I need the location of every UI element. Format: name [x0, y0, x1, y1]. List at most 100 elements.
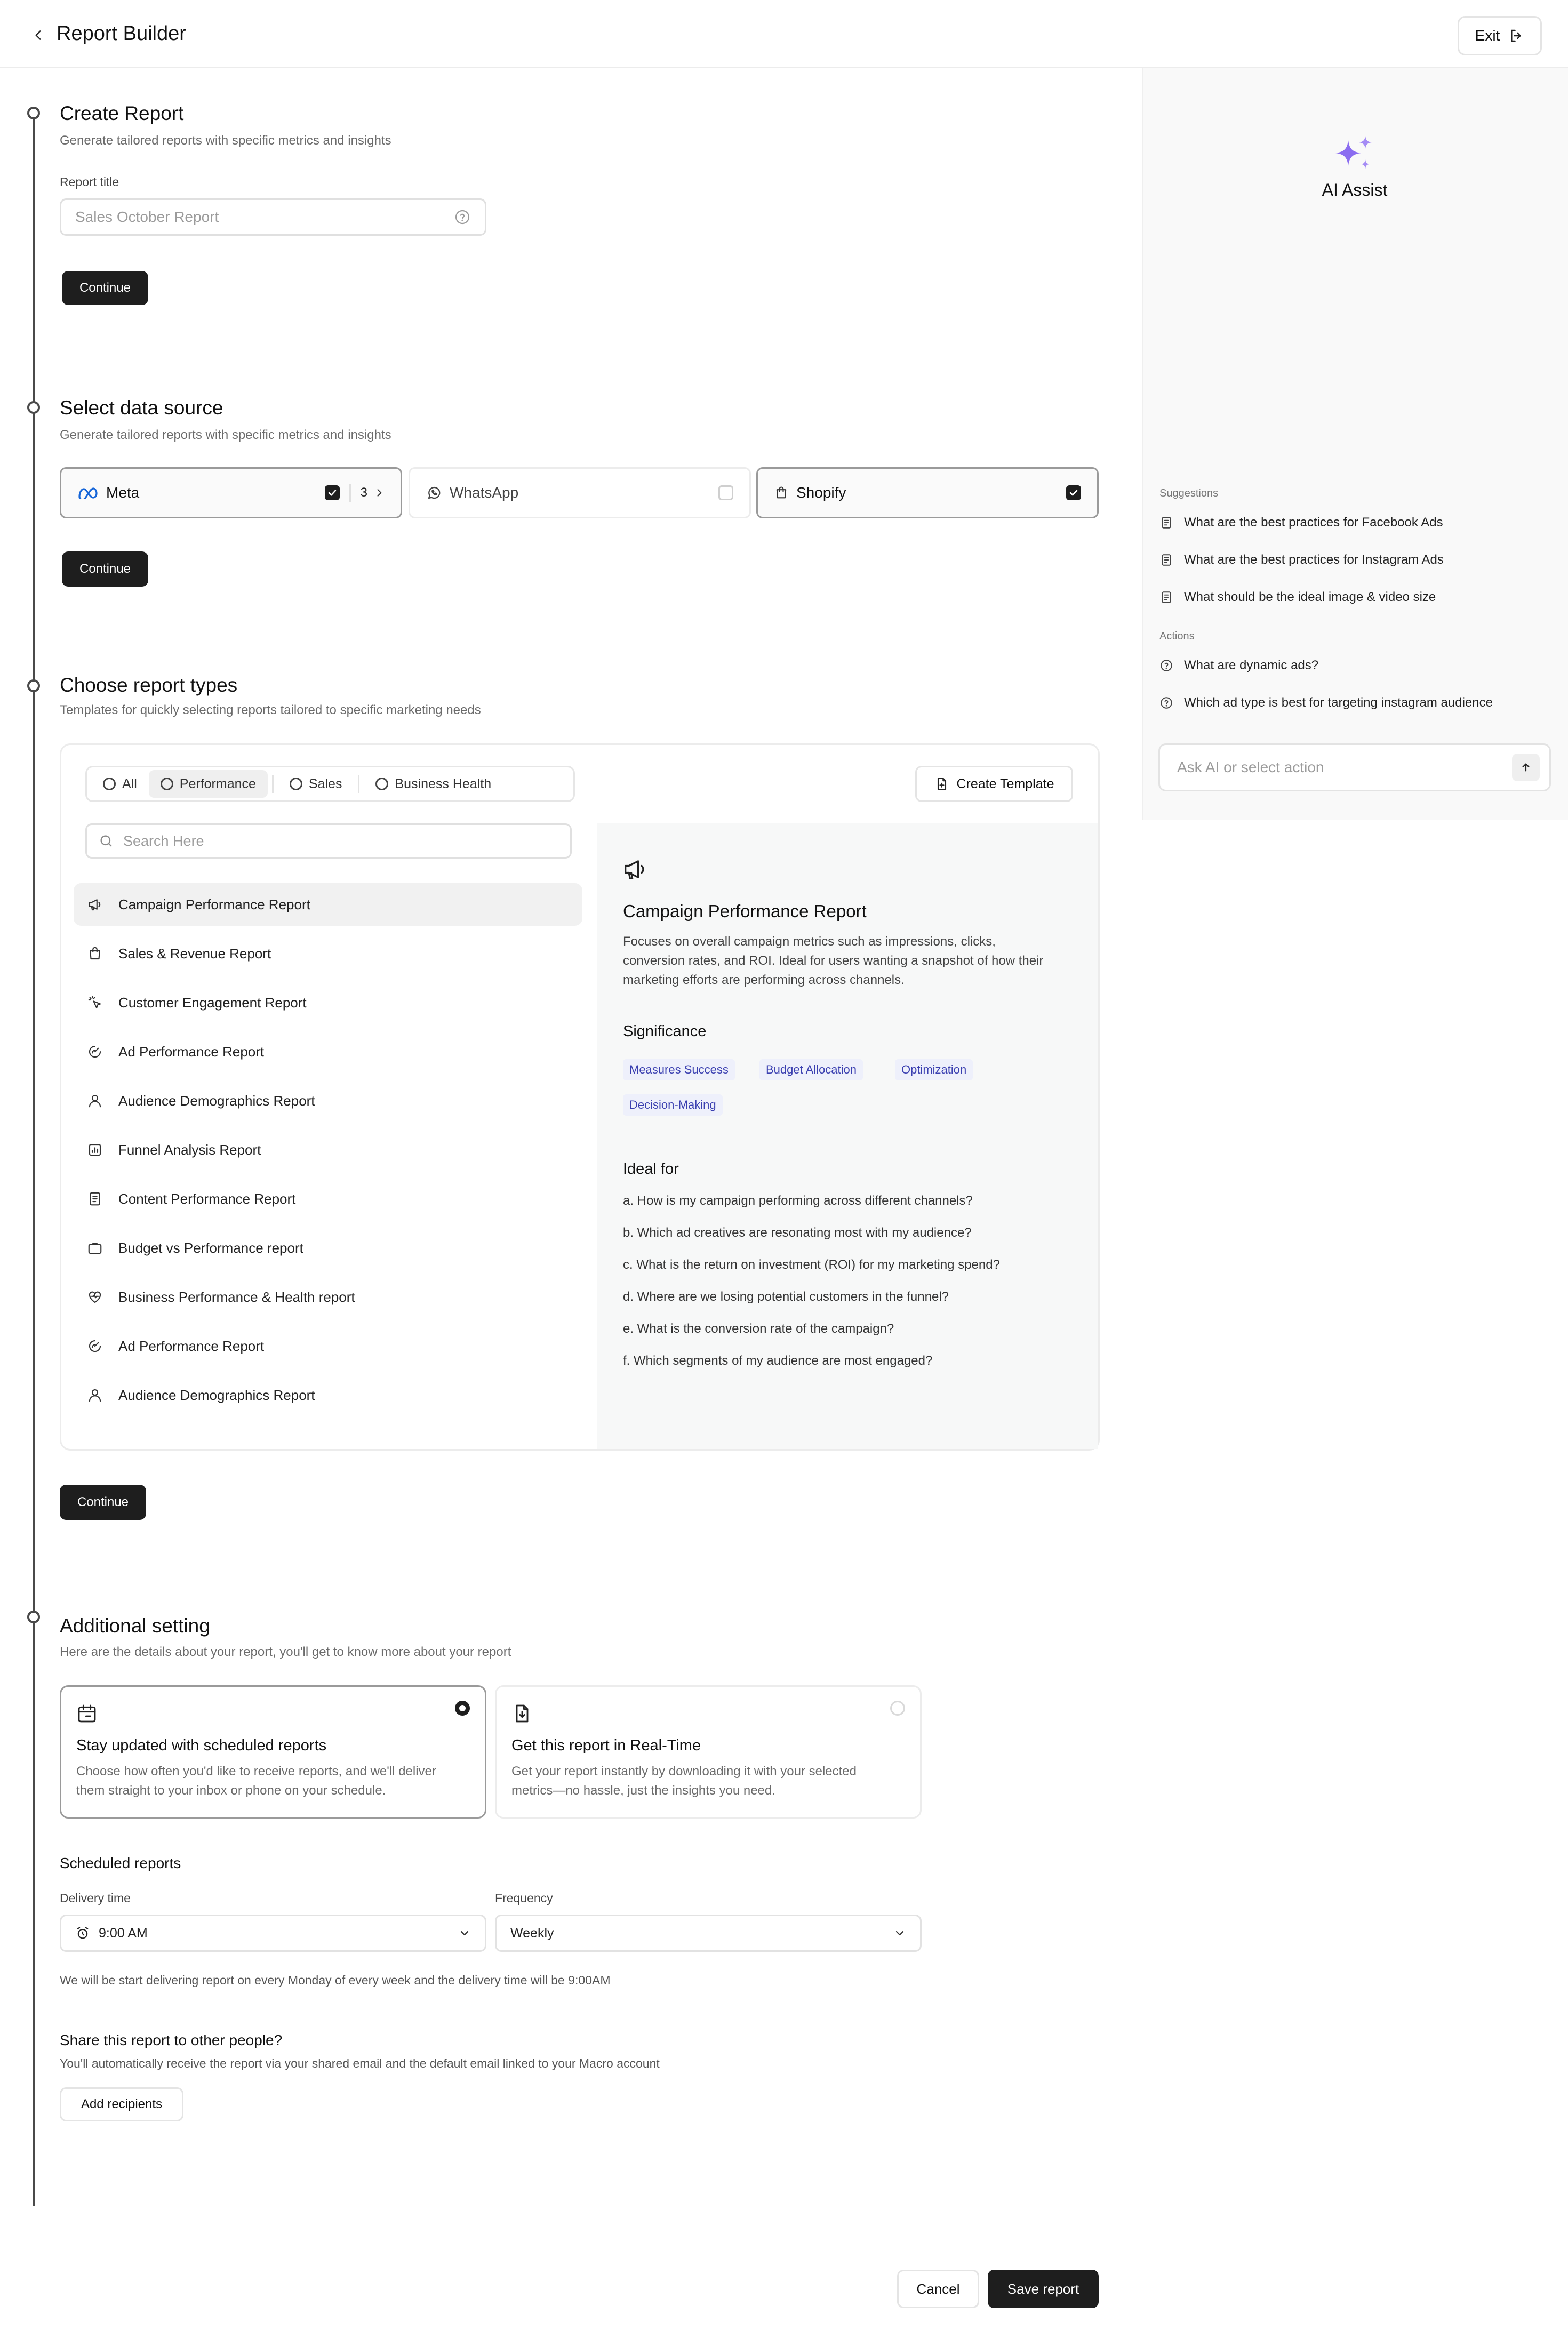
tag-decision-making: Decision-Making	[623, 1094, 723, 1116]
filter-performance[interactable]: Performance	[148, 770, 268, 798]
exit-button[interactable]: Exit	[1458, 16, 1542, 55]
report-item-content-performance[interactable]: Content Performance Report	[74, 1178, 582, 1220]
frequency-value: Weekly	[510, 1925, 554, 1941]
ideal-item: c. What is the return on investment (ROI…	[623, 1258, 1000, 1272]
data-source-subtitle: Generate tailored reports with specific …	[60, 428, 391, 442]
report-title-input[interactable]: Sales October Report	[60, 198, 486, 236]
whatsapp-icon	[428, 486, 441, 499]
filter-all-label: All	[122, 776, 137, 791]
help-circle-icon	[1161, 660, 1172, 671]
filter-bar: All Performance Sales Business Health	[85, 766, 575, 802]
shopify-checkbox[interactable]	[1066, 485, 1081, 500]
frequency-select[interactable]: Weekly	[495, 1915, 922, 1952]
logout-icon	[1511, 29, 1522, 42]
radio-icon	[103, 778, 116, 790]
whatsapp-checkbox[interactable]	[718, 485, 733, 500]
option-description: Get your report instantly by downloading…	[511, 1762, 905, 1800]
report-item-business-performance-health[interactable]: Business Performance & Health report	[74, 1276, 582, 1318]
suggestion-item[interactable]: What should be the ideal image & video s…	[1159, 590, 1436, 605]
report-item-funnel-analysis[interactable]: Funnel Analysis Report	[74, 1128, 582, 1171]
source-card-shopify[interactable]: Shopify	[756, 467, 1099, 518]
filter-business-health[interactable]: Business Health	[364, 770, 503, 798]
ideal-item: e. What is the conversion rate of the ca…	[623, 1322, 894, 1336]
report-item-campaign-performance[interactable]: Campaign Performance Report	[74, 883, 582, 926]
report-item-audience-demographics-2[interactable]: Audience Demographics Report	[74, 1374, 582, 1416]
additional-setting-title: Additional setting	[60, 1615, 210, 1637]
send-button[interactable]	[1512, 754, 1540, 781]
continue-button-step2[interactable]: Continue	[62, 551, 148, 587]
filter-all[interactable]: All	[91, 770, 149, 798]
meta-checkbox[interactable]	[324, 485, 340, 500]
delivery-time-select[interactable]: 9:00 AM	[60, 1915, 486, 1952]
report-item-label: Sales & Revenue Report	[118, 945, 271, 962]
report-item-label: Campaign Performance Report	[118, 896, 310, 912]
briefcase-icon	[86, 1239, 103, 1256]
delivery-time-label: Delivery time	[60, 1891, 131, 1905]
report-item-ad-performance-2[interactable]: Ad Performance Report	[74, 1325, 582, 1367]
option-scheduled-reports[interactable]: Stay updated with scheduled reports Choo…	[60, 1685, 486, 1819]
action-item[interactable]: What are dynamic ads?	[1159, 658, 1318, 673]
app-header	[0, 0, 1568, 68]
user-icon	[86, 1387, 103, 1404]
megaphone-icon	[86, 896, 103, 913]
radio-unselected[interactable]	[890, 1701, 905, 1716]
continue-button-step1[interactable]: Continue	[62, 271, 148, 305]
option-description-line: them straight to your inbox or phone on …	[76, 1783, 386, 1798]
source-name-meta: Meta	[106, 484, 140, 501]
report-item-budget-vs-performance[interactable]: Budget vs Performance report	[74, 1227, 582, 1269]
tag-budget-allocation: Budget Allocation	[759, 1059, 863, 1080]
suggestion-text: What should be the ideal image & video s…	[1184, 590, 1436, 604]
help-circle-icon	[1161, 697, 1172, 709]
option-description-line: Choose how often you'd like to receive r…	[76, 1764, 436, 1779]
action-text: Which ad type is best for targeting inst…	[1184, 695, 1493, 710]
option-title: Get this report in Real-Time	[511, 1737, 701, 1754]
document-add-icon	[937, 778, 946, 790]
schedule-note: We will be start delivering report on ev…	[60, 1973, 611, 1987]
suggestion-item[interactable]: What are the best practices for Instagra…	[1159, 553, 1444, 567]
arrow-up-icon	[1522, 763, 1530, 772]
report-item-sales-revenue[interactable]: Sales & Revenue Report	[74, 932, 582, 975]
report-item-customer-engagement[interactable]: Customer Engagement Report	[74, 981, 582, 1024]
help-circle-icon	[455, 210, 470, 225]
radio-icon	[375, 778, 389, 790]
radio-selected[interactable]	[455, 1701, 470, 1716]
tag-measures-success: Measures Success	[623, 1059, 735, 1080]
create-template-button[interactable]: Create Template	[915, 766, 1073, 802]
chevron-right-icon[interactable]	[374, 487, 385, 498]
report-item-ad-performance[interactable]: Ad Performance Report	[74, 1030, 582, 1073]
additional-setting-subtitle: Here are the details about your report, …	[60, 1645, 511, 1659]
radio-icon	[289, 778, 302, 790]
option-title: Stay updated with scheduled reports	[76, 1737, 327, 1754]
pointer-click-icon	[86, 994, 103, 1011]
filter-sales[interactable]: Sales	[278, 770, 354, 798]
report-item-audience-demographics[interactable]: Audience Demographics Report	[74, 1079, 582, 1122]
action-text: What are dynamic ads?	[1184, 658, 1319, 672]
page-title: Report Builder	[57, 22, 186, 45]
suggestion-text: What are the best practices for Instagra…	[1184, 553, 1444, 567]
download-file-icon	[516, 1704, 529, 1723]
save-report-button[interactable]: Save report	[988, 2270, 1099, 2308]
check-icon	[328, 490, 336, 496]
source-card-meta[interactable]: Meta 3	[60, 467, 402, 518]
calendar-icon	[78, 1704, 96, 1723]
meta-logo-icon	[78, 487, 98, 499]
report-search-input[interactable]: Search Here	[85, 823, 572, 859]
shopify-bag-icon	[776, 486, 787, 499]
report-item-label: Ad Performance Report	[118, 1043, 265, 1060]
action-item[interactable]: Which ad type is best for targeting inst…	[1159, 695, 1493, 710]
cancel-button[interactable]: Cancel	[897, 2270, 979, 2308]
ai-chat-input[interactable]: Ask AI or select action	[1158, 743, 1551, 791]
report-types-title: Choose report types	[60, 674, 238, 696]
suggestion-item[interactable]: What are the best practices for Facebook…	[1159, 515, 1443, 530]
back-button[interactable]	[27, 23, 50, 47]
tag-optimization: Optimization	[895, 1059, 973, 1080]
source-card-whatsapp[interactable]: WhatsApp	[409, 467, 751, 518]
continue-button-step3[interactable]: Continue	[60, 1485, 146, 1520]
user-icon	[86, 1092, 103, 1109]
document-icon	[1162, 517, 1171, 529]
search-icon	[100, 835, 112, 847]
add-recipients-button[interactable]: Add recipients	[60, 2087, 183, 2121]
detail-description-line: conversion rates, and ROI. Ideal for use…	[623, 954, 1044, 968]
option-real-time-report[interactable]: Get this report in Real-Time Get your re…	[495, 1685, 922, 1819]
document-icon	[1162, 554, 1171, 566]
